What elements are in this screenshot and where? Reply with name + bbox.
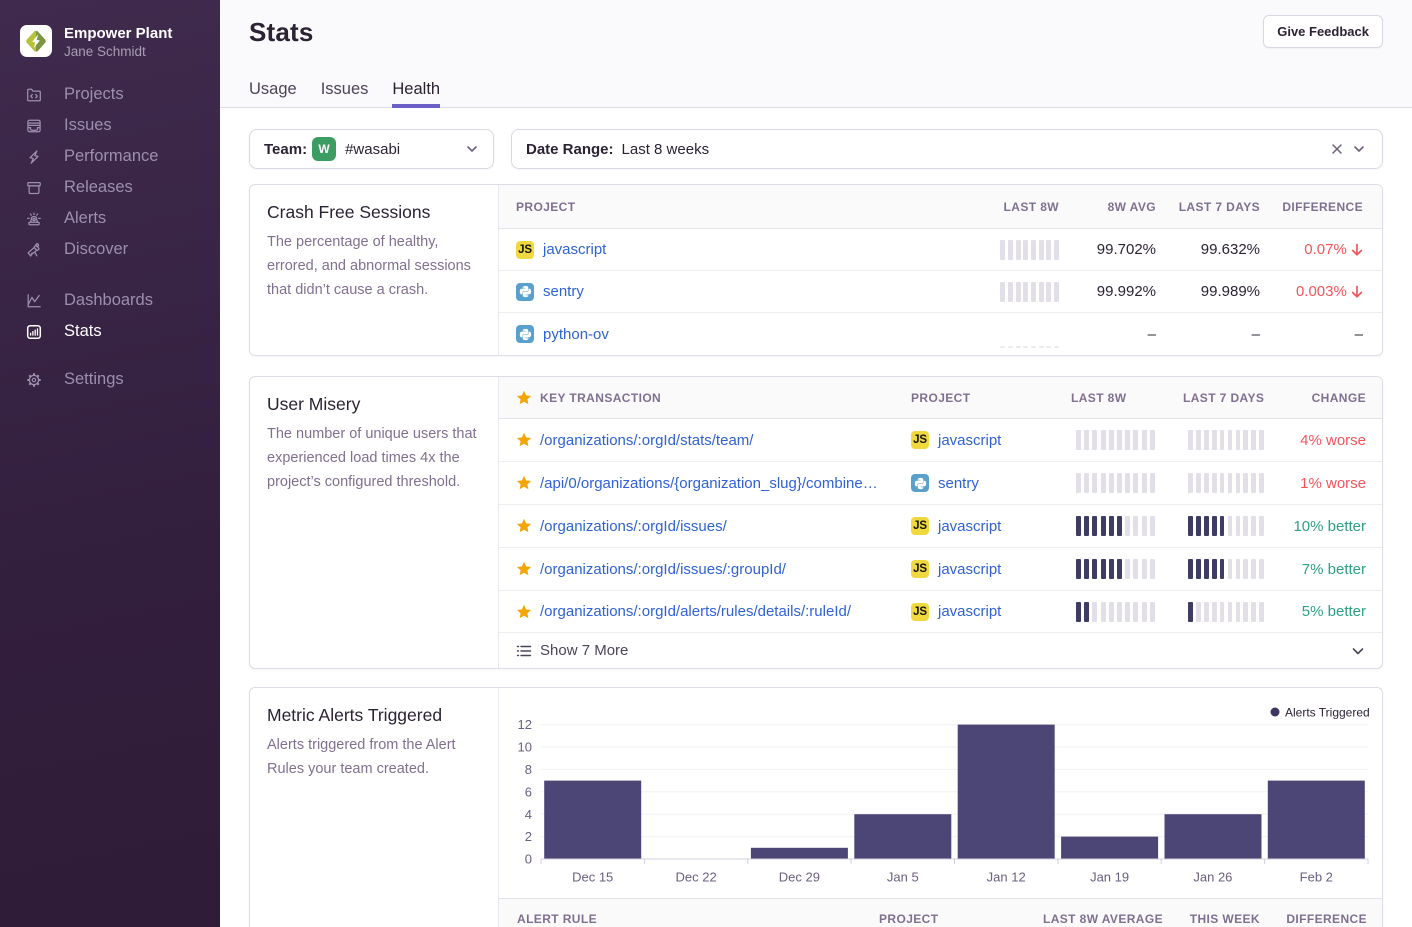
svg-text:0: 0 <box>525 852 532 867</box>
svg-text:Jan 5: Jan 5 <box>887 870 919 885</box>
svg-text:Feb 2: Feb 2 <box>1300 870 1333 885</box>
svg-text:6: 6 <box>525 784 532 799</box>
svg-text:2: 2 <box>525 829 532 844</box>
svg-text:12: 12 <box>518 717 532 732</box>
svg-text:8: 8 <box>525 762 532 777</box>
svg-text:4: 4 <box>525 807 532 822</box>
svg-text:10: 10 <box>518 740 532 755</box>
svg-text:Jan 12: Jan 12 <box>987 870 1026 885</box>
svg-text:Dec 15: Dec 15 <box>572 870 613 885</box>
svg-text:Dec 22: Dec 22 <box>675 870 716 885</box>
svg-text:Jan 26: Jan 26 <box>1193 870 1232 885</box>
svg-text:Jan 19: Jan 19 <box>1090 870 1129 885</box>
svg-text:Dec 29: Dec 29 <box>779 870 820 885</box>
svg-text:Alerts Triggered: Alerts Triggered <box>1285 706 1370 720</box>
